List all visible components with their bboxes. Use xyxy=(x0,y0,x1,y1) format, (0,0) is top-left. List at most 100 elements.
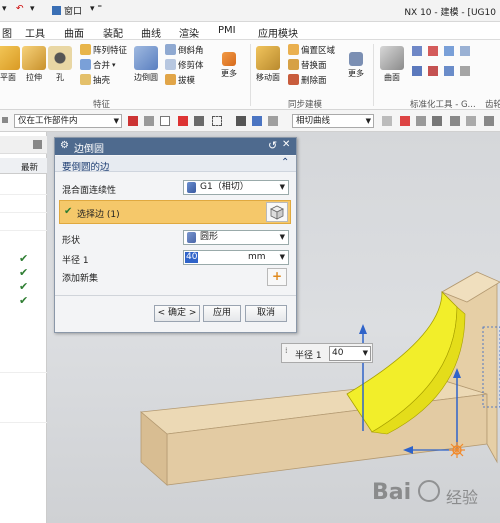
menu-item-view[interactable]: 图 xyxy=(2,25,12,40)
chevron-down-icon: ▼ xyxy=(279,183,285,191)
filter-icon[interactable] xyxy=(128,116,138,126)
close-icon[interactable]: ✕ xyxy=(282,139,290,150)
select-edge-button[interactable] xyxy=(266,202,288,222)
group-label-gear: 齿轮 xyxy=(485,100,500,110)
chevron-down-icon[interactable]: ▼ xyxy=(280,251,285,264)
move-face-icon xyxy=(256,46,280,70)
undo-icon[interactable]: ↶ xyxy=(16,4,24,14)
part-navigator: 最新 ✔ ✔ ✔ ✔ xyxy=(0,132,47,523)
shape-select[interactable]: 圆形 ▼ xyxy=(183,230,289,245)
pattern-feature-button[interactable]: 阵列特征 xyxy=(80,43,127,56)
ok-button[interactable]: < 确定 > xyxy=(154,305,200,322)
radius-popup-field[interactable]: 40 ▼ xyxy=(329,346,371,361)
more-sync-button[interactable]: 更多 xyxy=(342,46,370,79)
point-icon[interactable] xyxy=(450,116,460,126)
radius-input[interactable]: 40 mm ▼ xyxy=(183,250,289,265)
datum-plane-icon xyxy=(0,46,20,70)
menu-item-render[interactable]: 渲染 xyxy=(179,25,199,40)
unite-icon xyxy=(80,59,91,70)
datum-plane-button[interactable]: 平面 xyxy=(0,46,22,83)
offset-region-button[interactable]: 偏置区域 xyxy=(288,43,335,56)
divider xyxy=(0,230,47,231)
draft-button[interactable]: 拔模 xyxy=(165,73,195,86)
spring-icon[interactable] xyxy=(428,66,438,76)
chevron-up-icon[interactable]: ⌃ xyxy=(281,157,289,168)
rectangle-select-icon[interactable] xyxy=(212,116,222,126)
group-label-sync: 同步建模 xyxy=(288,100,323,110)
point-icon[interactable] xyxy=(432,116,442,126)
intent-icon[interactable] xyxy=(268,116,278,126)
chevron-down-icon[interactable]: ▾ xyxy=(112,61,116,69)
grip-icon[interactable]: ⁞ xyxy=(285,346,288,355)
panel-icon[interactable] xyxy=(33,140,42,149)
curve-icon[interactable] xyxy=(382,116,392,126)
curve-rule-select[interactable]: 相切曲线 ▼ xyxy=(292,114,374,128)
selection-scope-select[interactable]: 仅在工作部件内 ▼ xyxy=(14,114,122,128)
surface-button[interactable]: 曲面 xyxy=(378,46,406,83)
menu-item-pmi[interactable]: PMI xyxy=(218,25,236,36)
point-icon[interactable] xyxy=(484,116,494,126)
blend-continuity-icon xyxy=(187,182,196,193)
chevron-down-icon: ▼ xyxy=(365,117,371,125)
section-title: 要倒圆的边 xyxy=(62,162,110,173)
fastener-icon[interactable] xyxy=(412,46,422,56)
window-menu[interactable]: 窗口 xyxy=(64,4,82,17)
section-header[interactable]: 要倒圆的边 ⌃ xyxy=(55,156,296,173)
delete-face-button[interactable]: 删除面 xyxy=(288,73,327,86)
circular-shape-icon xyxy=(187,232,196,243)
box-icon[interactable] xyxy=(252,116,262,126)
point-icon[interactable] xyxy=(416,116,426,126)
gear-icon[interactable] xyxy=(412,66,422,76)
add-new-set-label: 添加新集 xyxy=(62,274,99,284)
chevron-down-icon[interactable]: ▾ xyxy=(30,4,35,14)
extrude-icon xyxy=(22,46,46,70)
hole-button[interactable]: 孔 xyxy=(46,46,74,83)
group-separator xyxy=(373,44,374,106)
select-edge-row[interactable]: ✔ 选择边 (1) xyxy=(59,200,291,224)
snap-icon[interactable] xyxy=(144,116,154,126)
edge-blend-button[interactable]: 边倒圆 xyxy=(132,46,160,83)
menu-item-assembly[interactable]: 装配 xyxy=(103,25,123,40)
chevron-down-icon[interactable]: ▾ ⁼ xyxy=(90,4,102,14)
add-new-set-button[interactable]: + xyxy=(267,268,287,286)
menu-item-application[interactable]: 应用模块 xyxy=(258,25,298,40)
part-icon[interactable] xyxy=(444,46,454,56)
shaft-icon[interactable] xyxy=(460,66,470,76)
bearing-icon[interactable] xyxy=(444,66,454,76)
more-feature-button[interactable]: 更多 xyxy=(215,46,243,79)
chevron-down-icon: ▼ xyxy=(279,233,285,241)
unite-button[interactable]: 合并 ▾ xyxy=(80,58,116,71)
view-icon[interactable] xyxy=(236,116,246,126)
menu-item-surface[interactable]: 曲面 xyxy=(64,25,84,40)
chamfer-button[interactable]: 倒斜角 xyxy=(165,43,204,56)
shell-icon xyxy=(80,74,91,85)
edge-blend-dialog: ⚙ 边倒圆 ↺ ✕ 要倒圆的边 ⌃ 混合面连续性 G1（相切） ▼ ✔ 选择边 … xyxy=(54,137,297,333)
select-icon[interactable] xyxy=(194,116,204,126)
menu-item-tools[interactable]: 工具 xyxy=(25,25,45,40)
more-icon xyxy=(222,52,236,66)
shell-button[interactable]: 抽壳 xyxy=(80,73,110,86)
point-icon[interactable] xyxy=(466,116,476,126)
paw-icon xyxy=(418,480,440,502)
column-latest[interactable]: 最新 xyxy=(21,161,38,173)
chevron-down-icon[interactable]: ▼ xyxy=(363,347,368,360)
menu-item-curve[interactable]: 曲线 xyxy=(141,25,161,40)
select-box-icon[interactable] xyxy=(160,116,170,126)
dialog-title-bar[interactable]: ⚙ 边倒圆 ↺ ✕ xyxy=(55,138,296,155)
extrude-button[interactable]: 拉伸 xyxy=(20,46,48,83)
continuity-select[interactable]: G1（相切） ▼ xyxy=(183,180,289,195)
bolt-icon[interactable] xyxy=(428,46,438,56)
snap-point-icon[interactable] xyxy=(178,116,188,126)
quick-access-dropdown[interactable]: ▾ xyxy=(2,4,7,14)
trim-body-button[interactable]: 修剪体 xyxy=(165,58,204,71)
apply-button[interactable]: 应用 xyxy=(203,305,241,322)
reset-icon[interactable]: ↺ xyxy=(268,139,277,152)
move-face-button[interactable]: 移动面 xyxy=(254,46,282,83)
stop-icon[interactable] xyxy=(400,116,410,126)
menu-icon[interactable] xyxy=(2,117,8,123)
add-icon: + xyxy=(272,269,283,283)
replace-face-button[interactable]: 替换面 xyxy=(288,58,327,71)
more-icon xyxy=(349,52,363,66)
cancel-button[interactable]: 取消 xyxy=(245,305,287,322)
nut-icon[interactable] xyxy=(460,46,470,56)
